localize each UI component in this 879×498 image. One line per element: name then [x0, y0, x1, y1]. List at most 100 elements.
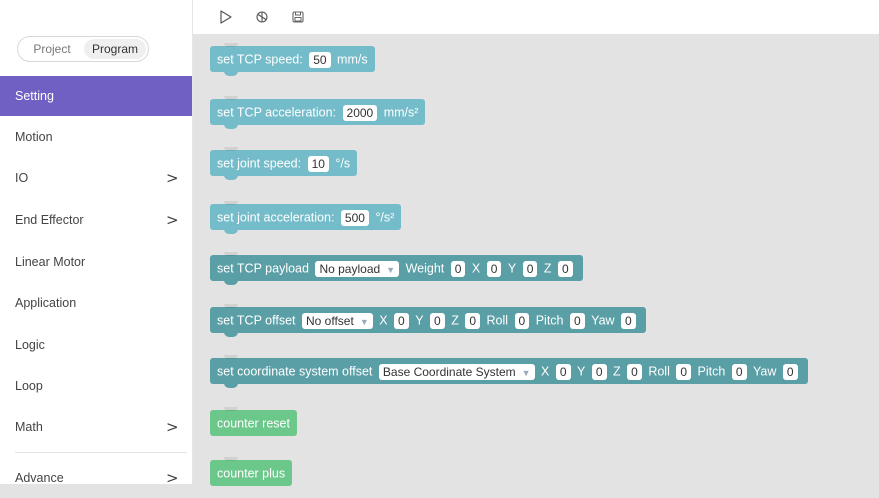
counter-plus-block[interactable]: counter plus: [210, 457, 293, 486]
chevron-right-icon: >: [166, 418, 179, 436]
y-field[interactable]: 0: [591, 363, 607, 380]
roll-field[interactable]: 0: [514, 312, 530, 329]
counter-reset-block[interactable]: counter reset: [210, 407, 297, 436]
dropdown-value: No offset: [306, 313, 354, 328]
tcp-speed-value-field[interactable]: 50: [309, 51, 331, 68]
chevron-right-icon: >: [166, 469, 179, 487]
sidebar-item-end-effector[interactable]: End Effector >: [0, 200, 192, 240]
caret-down-icon: ▼: [521, 367, 531, 378]
x-label: X: [379, 313, 388, 328]
z-field[interactable]: 0: [558, 260, 573, 277]
menu-divider: [15, 452, 187, 453]
sidebar-item-math[interactable]: Math >: [0, 407, 192, 447]
save-icon[interactable]: [290, 9, 306, 25]
x-field[interactable]: 0: [555, 363, 571, 380]
dropdown-value: No payload: [319, 261, 381, 276]
block-label: set coordinate system offset: [217, 364, 373, 379]
dropdown-value: Base Coordinate System: [382, 364, 516, 379]
y-label: Y: [507, 261, 517, 276]
y-field[interactable]: 0: [430, 312, 445, 329]
block-label: set joint speed:: [217, 156, 302, 171]
z-field[interactable]: 0: [627, 363, 642, 380]
pitch-label: Pitch: [697, 364, 726, 379]
block-unit: mm/s²: [383, 105, 419, 120]
yaw-field[interactable]: 0: [621, 312, 636, 329]
set-tcp-offset-block[interactable]: set TCP offset No offset ▼ X 0 Y 0 Z 0 Ro…: [210, 304, 646, 337]
sidebar-item-label: End Effector: [15, 213, 84, 227]
set-joint-speed-block[interactable]: set joint speed: 10 °/s: [210, 147, 358, 180]
sidebar: Project Program Setting Motion IO > End …: [0, 0, 193, 487]
sidebar-item-label: Math: [15, 420, 43, 434]
block-label: set TCP offset: [217, 313, 296, 328]
weight-label: Weight: [405, 261, 445, 276]
tcp-acceleration-value-field[interactable]: 2000: [342, 104, 378, 121]
sidebar-item-linear-motor[interactable]: Linear Motor: [0, 242, 192, 282]
x-field[interactable]: 0: [394, 312, 409, 329]
z-label: Z: [543, 261, 552, 276]
sidebar-item-label: IO: [15, 171, 29, 185]
sidebar-item-label: Application: [15, 296, 77, 310]
sidebar-item-setting[interactable]: Setting: [0, 76, 192, 116]
yaw-label: Yaw: [591, 313, 615, 328]
block-label: counter plus: [217, 466, 286, 481]
sidebar-item-label: Motion: [15, 130, 53, 144]
x-label: X: [541, 364, 550, 379]
joint-speed-value-field[interactable]: 10: [307, 155, 329, 172]
z-label: Z: [613, 364, 621, 379]
caret-down-icon: ▼: [386, 264, 396, 275]
block-label: counter reset: [217, 416, 290, 431]
block-unit: °/s²: [375, 210, 395, 225]
yaw-label: Yaw: [752, 364, 777, 379]
debug-icon[interactable]: [254, 9, 270, 25]
sidebar-item-application[interactable]: Application: [0, 283, 192, 323]
block-unit: °/s: [335, 156, 351, 171]
block-unit: mm/s: [337, 52, 368, 67]
offset-dropdown[interactable]: No offset ▼: [302, 312, 373, 329]
yaw-field[interactable]: 0: [782, 363, 798, 380]
set-tcp-acceleration-block[interactable]: set TCP acceleration: 2000 mm/s²: [210, 96, 426, 129]
y-label: Y: [577, 364, 586, 379]
x-field[interactable]: 0: [486, 260, 502, 277]
coordinate-system-dropdown[interactable]: Base Coordinate System ▼: [378, 363, 535, 380]
sidebar-item-label: Logic: [15, 338, 45, 352]
project-tab[interactable]: Project: [22, 39, 82, 59]
roll-label: Roll: [486, 313, 509, 328]
program-tab[interactable]: Program: [84, 39, 146, 59]
block-label: set joint acceleration:: [217, 210, 335, 225]
weight-field[interactable]: 0: [450, 260, 466, 277]
project-program-toggle: Project Program: [17, 36, 149, 62]
sidebar-item-advance[interactable]: Advance >: [0, 458, 192, 498]
roll-label: Roll: [648, 364, 670, 379]
play-icon[interactable]: [218, 9, 234, 25]
sidebar-item-label: Advance: [15, 471, 64, 485]
set-tcp-payload-block[interactable]: set TCP payload No payload ▼ Weight 0 X 0…: [210, 252, 583, 285]
chevron-right-icon: >: [166, 211, 179, 229]
sidebar-item-label: Loop: [15, 379, 43, 393]
sidebar-item-motion[interactable]: Motion: [0, 117, 192, 157]
block-label: set TCP speed:: [217, 52, 303, 67]
sidebar-item-label: Linear Motor: [15, 255, 86, 269]
payload-dropdown[interactable]: No payload ▼: [315, 260, 400, 277]
pitch-field[interactable]: 0: [570, 312, 585, 329]
chevron-right-icon: >: [166, 169, 179, 187]
roll-field[interactable]: 0: [676, 363, 692, 380]
block-label: set TCP acceleration:: [217, 105, 337, 120]
sidebar-item-label: Setting: [15, 89, 54, 103]
z-field[interactable]: 0: [465, 312, 481, 329]
block-label: set TCP payload: [217, 261, 309, 276]
caret-down-icon: ▼: [359, 316, 369, 327]
set-joint-acceleration-block[interactable]: set joint acceleration: 500 °/s²: [210, 201, 402, 234]
set-coordinate-system-offset-block[interactable]: set coordinate system offset Base Coordi…: [210, 355, 808, 388]
z-label: Z: [451, 313, 459, 328]
set-tcp-speed-block[interactable]: set TCP speed: 50 mm/s: [210, 43, 375, 76]
pitch-field[interactable]: 0: [731, 363, 747, 380]
joint-acceleration-value-field[interactable]: 500: [340, 209, 369, 226]
toolbar: [193, 0, 879, 34]
y-label: Y: [415, 313, 424, 328]
sidebar-item-loop[interactable]: Loop: [0, 366, 192, 406]
pitch-label: Pitch: [535, 313, 564, 328]
sidebar-item-logic[interactable]: Logic: [0, 325, 192, 365]
sidebar-item-io[interactable]: IO >: [0, 158, 192, 198]
y-field[interactable]: 0: [522, 260, 538, 277]
x-label: X: [471, 261, 481, 276]
